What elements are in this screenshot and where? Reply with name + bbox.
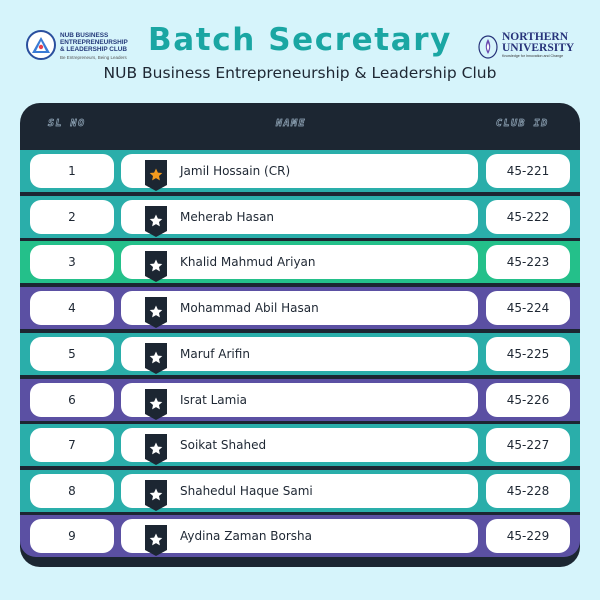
row-name-cell: Israt Lamia [121,383,478,420]
table-row: 2 Meherab Hasan 45-222 [20,196,580,238]
table-row: 8 Shahedul Haque Sami 45-228 [20,470,580,512]
university-seal-icon [478,35,498,59]
row-name-cell: Aydina Zaman Borsha [121,519,478,556]
row-sl-no: 3 [30,245,114,279]
star-badge-icon [145,434,167,465]
row-name: Soikat Shahed [180,438,267,452]
table-row: 5 Maruf Arifin 45-225 [20,333,580,375]
row-club-id: 45-228 [486,474,570,508]
star-badge-icon [145,480,167,511]
row-club-id: 45-224 [486,291,570,325]
table-row: 1 Jamil Hossain (CR) 45-221 [20,150,580,192]
table-row: 6 Israt Lamia 45-226 [20,379,580,421]
row-name: Meherab Hasan [180,210,275,224]
row-club-id: 45-222 [486,200,570,234]
row-name: Aydina Zaman Borsha [180,529,312,543]
row-name-cell: Mohammad Abil Hasan [121,291,478,328]
row-name-cell: Shahedul Haque Sami [121,474,478,511]
university-logo-tagline: Knowledge for Innovation and Change [502,54,564,58]
row-sl-no: 1 [30,154,114,188]
row-name-cell: Soikat Shahed [121,428,478,465]
row-club-id: 45-225 [486,337,570,371]
row-club-id: 45-226 [486,383,570,417]
table-row: 7 Soikat Shahed 45-227 [20,424,580,466]
university-logo: NORTHERN UNIVERSITY Knowledge for Innova… [478,31,575,64]
star-badge-orange-icon [145,160,167,191]
row-name: Maruf Arifin [180,347,250,361]
star-badge-icon [145,389,167,420]
page-subtitle: NUB Business Entrepreneurship & Leadersh… [103,64,497,82]
row-name: Israt Lamia [180,393,248,407]
row-sl-no: 6 [30,383,114,417]
row-sl-no: 8 [30,474,114,508]
row-name-cell: Meherab Hasan [121,200,478,237]
row-club-id: 45-229 [486,519,570,553]
column-header-name: NAME [276,118,307,130]
table-row: 3 Khalid Mahmud Ariyan 45-223 [20,241,580,283]
row-name-cell: Jamil Hossain (CR) [121,154,478,191]
row-name: Shahedul Haque Sami [180,484,313,498]
row-name-cell: Khalid Mahmud Ariyan [121,245,478,282]
row-sl-no: 2 [30,200,114,234]
university-logo-line2: UNIVERSITY [502,42,575,54]
row-name: Jamil Hossain (CR) [180,164,291,178]
star-badge-icon [145,525,167,556]
table-row: 4 Mohammad Abil Hasan 45-224 [20,287,580,329]
column-header-sl: SL NO [48,118,86,130]
row-club-id: 45-223 [486,245,570,279]
row-club-id: 45-227 [486,428,570,462]
star-badge-icon [145,343,167,374]
row-club-id: 45-221 [486,154,570,188]
column-header-club-id: CLUB ID [496,118,549,130]
star-badge-icon [145,297,167,328]
university-logo-text: NORTHERN UNIVERSITY Knowledge for Innova… [502,31,575,59]
star-badge-icon [145,251,167,282]
row-name: Khalid Mahmud Ariyan [180,255,316,269]
row-sl-no: 4 [30,291,114,325]
row-sl-no: 9 [30,519,114,553]
star-badge-icon [145,206,167,237]
row-name: Mohammad Abil Hasan [180,301,319,315]
table-row: 9 Aydina Zaman Borsha 45-229 [20,515,580,557]
row-sl-no: 5 [30,337,114,371]
row-name-cell: Maruf Arifin [121,337,478,374]
header: NUB BUSINESS ENTREPRENEURSHIP & LEADERSH… [0,0,600,100]
row-sl-no: 7 [30,428,114,462]
